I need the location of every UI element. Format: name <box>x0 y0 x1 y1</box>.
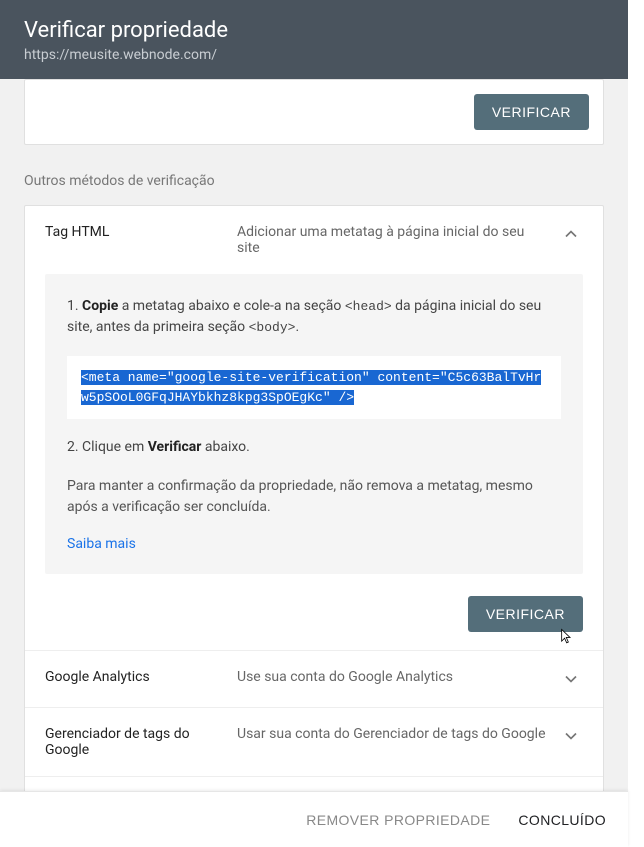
remove-property-button[interactable]: Remover propriedade <box>306 812 490 828</box>
method-name: Google Analytics <box>45 669 225 685</box>
verify-button[interactable]: Verificar <box>468 596 583 632</box>
step-1: 1. Copie a metatag abaixo e cole-a na se… <box>67 296 561 338</box>
method-desc: Usar sua conta do Gerenciador de tags do… <box>237 726 547 742</box>
step-2: 2. Clique em Verificar abaixo. <box>67 437 561 458</box>
dialog-url: https://meusite.webnode.com/ <box>24 47 604 63</box>
html-tag-instructions: 1. Copie a metatag abaixo e cole-a na se… <box>45 274 583 574</box>
learn-more-link[interactable]: Saiba mais <box>67 536 136 552</box>
other-methods-label: Outros métodos de verificação <box>24 173 604 189</box>
dialog-header: Verificar propriedade https://meusite.we… <box>0 0 628 79</box>
method-name: Gerenciador de tags do Google <box>45 726 225 758</box>
keep-note: Para manter a confirmação da propriedade… <box>67 476 561 518</box>
chevron-up-icon <box>559 224 583 244</box>
dialog-title: Verificar propriedade <box>24 18 604 43</box>
dialog-content: Verificar Outros métodos de verificação … <box>0 79 628 791</box>
method-tag-manager[interactable]: Gerenciador de tags do Google Usar sua c… <box>25 707 603 776</box>
top-verify-card: Verificar <box>24 79 604 145</box>
method-dns-provider[interactable]: Provedor do nome de domínio Editar as co… <box>25 776 603 791</box>
methods-card: Tag HTML Adicionar uma metatag à página … <box>24 205 604 791</box>
method-html-tag[interactable]: Tag HTML Adicionar uma metatag à página … <box>25 206 603 274</box>
done-button[interactable]: Concluído <box>518 812 606 828</box>
verify-button-top[interactable]: Verificar <box>474 94 589 130</box>
verify-row: Verificar <box>25 592 603 650</box>
dialog-footer: Remover propriedade Concluído <box>0 791 628 847</box>
chevron-down-icon <box>559 669 583 689</box>
meta-tag-code[interactable]: <meta name="google-site-verification" co… <box>67 356 561 419</box>
chevron-down-icon <box>559 726 583 746</box>
method-name: Tag HTML <box>45 224 225 240</box>
meta-tag-text: <meta name="google-site-verification" co… <box>81 370 541 405</box>
method-desc: Use sua conta do Google Analytics <box>237 669 547 685</box>
method-google-analytics[interactable]: Google Analytics Use sua conta do Google… <box>25 650 603 707</box>
method-desc: Adicionar uma metatag à página inicial d… <box>237 224 547 256</box>
